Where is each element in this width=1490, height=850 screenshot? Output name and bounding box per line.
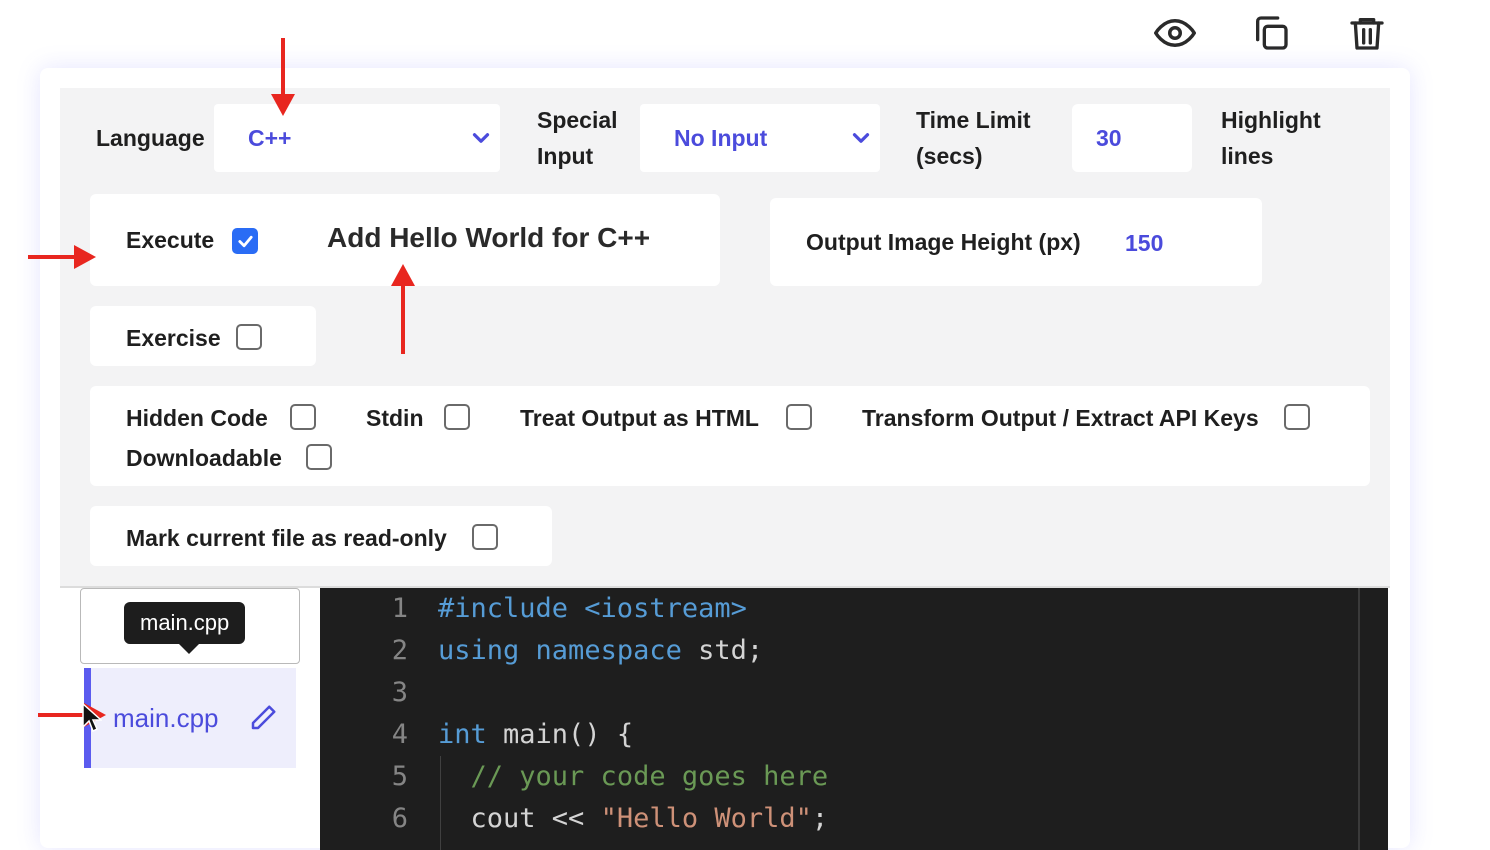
readonly-panel: Mark current file as read-only xyxy=(90,506,552,566)
annotation-arrow-down xyxy=(271,38,295,116)
line-number: 2 xyxy=(391,635,408,666)
add-hello-world-button[interactable]: Add Hello World for C++ xyxy=(327,222,650,254)
code-line[interactable]: 4 int main() { xyxy=(320,714,1388,756)
highlight-lines-label: Highlight lines xyxy=(1221,102,1321,174)
editor-ruler xyxy=(1358,588,1360,850)
language-select[interactable]: C++ xyxy=(214,104,500,172)
code-line[interactable]: 1 #include <iostream> xyxy=(320,588,1388,630)
stdin-checkbox[interactable] xyxy=(444,404,470,430)
output-height-panel: Output Image Height (px) 150 xyxy=(770,198,1262,286)
language-value: C++ xyxy=(248,124,292,151)
exercise-panel: Exercise xyxy=(90,306,316,366)
code-token: main() { xyxy=(486,719,634,750)
chevron-down-icon xyxy=(472,133,490,143)
time-limit-label: Time Limit (secs) xyxy=(916,102,1031,174)
code-token: // your code goes here xyxy=(470,761,829,792)
treat-output-html-checkbox[interactable] xyxy=(786,404,812,430)
readonly-checkbox[interactable] xyxy=(472,524,498,550)
line-number: 4 xyxy=(391,719,408,750)
trash-icon[interactable] xyxy=(1344,10,1390,56)
treat-output-html-label: Treat Output as HTML xyxy=(520,405,759,431)
code-line[interactable]: 5 // your code goes here xyxy=(320,756,1388,798)
line-code: // your code goes here xyxy=(438,756,829,798)
time-limit-input[interactable]: 30 xyxy=(1072,104,1192,172)
readonly-label: Mark current file as read-only xyxy=(126,525,447,551)
downloadable-checkbox[interactable] xyxy=(306,444,332,470)
line-code: #include <iostream> xyxy=(438,588,747,630)
output-height-label: Output Image Height (px) xyxy=(806,229,1081,255)
special-input-value: No Input xyxy=(674,124,768,151)
code-widget-card: Language C++ Special Input No Input Time… xyxy=(40,68,1410,850)
code-token: int xyxy=(438,719,487,750)
code-line[interactable]: 2 using namespace std; xyxy=(320,630,1388,672)
highlight-label-line2: lines xyxy=(1221,143,1274,169)
file-tooltip: main.cpp xyxy=(124,602,246,654)
code-editor[interactable]: 1 #include <iostream> 2 using namespace std… xyxy=(320,588,1388,850)
file-name: main.cpp xyxy=(113,702,219,733)
transform-output-label: Transform Output / Extract API Keys xyxy=(862,405,1259,431)
toolbar xyxy=(1152,10,1390,56)
code-token: std; xyxy=(681,635,764,666)
code-line[interactable]: 6 cout << "Hello World"; xyxy=(320,798,1388,840)
line-number: 5 xyxy=(391,761,408,792)
language-label: Language xyxy=(96,125,205,151)
mouse-cursor-icon xyxy=(82,703,102,733)
pencil-icon[interactable] xyxy=(248,703,278,733)
annotation-arrow-up xyxy=(391,264,415,354)
time-limit-value: 30 xyxy=(1096,124,1122,151)
exercise-checkbox[interactable] xyxy=(236,324,262,350)
time-limit-label-line2: (secs) xyxy=(916,143,983,169)
special-input-label-line2: Input xyxy=(537,143,594,169)
code-token: using xyxy=(438,635,520,666)
hidden-code-checkbox[interactable] xyxy=(290,404,316,430)
annotation-arrow-right-execute xyxy=(28,245,96,269)
file-area: Add File main.cpp main.cpp 1#include <io… xyxy=(60,586,1390,850)
settings-panel: Language C++ Special Input No Input Time… xyxy=(60,88,1390,586)
eye-icon[interactable] xyxy=(1152,10,1198,56)
file-item-main-cpp[interactable]: main.cpp xyxy=(84,668,296,768)
code-line[interactable]: 3 xyxy=(320,672,1388,714)
transform-output-checkbox[interactable] xyxy=(1284,404,1310,430)
line-number: 3 xyxy=(391,677,408,708)
line-number: 1 xyxy=(391,593,408,624)
special-input-select[interactable]: No Input xyxy=(640,104,880,172)
execute-checkbox[interactable] xyxy=(232,228,258,254)
code-token: cout << xyxy=(438,803,601,834)
code-token: "Hello World" xyxy=(600,803,812,834)
chevron-down-icon xyxy=(852,133,870,143)
code-token: namespace xyxy=(535,635,682,666)
time-limit-label-line1: Time Limit xyxy=(916,107,1031,133)
downloadable-label: Downloadable xyxy=(126,445,282,471)
line-code: cout << "Hello World"; xyxy=(438,798,829,840)
special-input-label: Special Input xyxy=(537,102,618,174)
highlight-label-line1: Highlight xyxy=(1221,107,1321,133)
exercise-label: Exercise xyxy=(126,325,221,351)
line-code: using namespace std; xyxy=(438,630,763,672)
special-input-label-line1: Special xyxy=(537,107,618,133)
copy-icon[interactable] xyxy=(1248,10,1294,56)
options-panel: Hidden Code Stdin Treat Output as HTML T… xyxy=(90,386,1370,486)
hidden-code-label: Hidden Code xyxy=(126,405,268,431)
line-code: int main() { xyxy=(438,714,633,756)
output-height-value[interactable]: 150 xyxy=(1125,230,1163,257)
stdin-label: Stdin xyxy=(366,405,424,431)
line-number: 6 xyxy=(391,803,408,834)
code-token: ; xyxy=(811,803,829,834)
code-token: #include <iostream> xyxy=(438,593,747,624)
execute-label: Execute xyxy=(126,227,215,253)
